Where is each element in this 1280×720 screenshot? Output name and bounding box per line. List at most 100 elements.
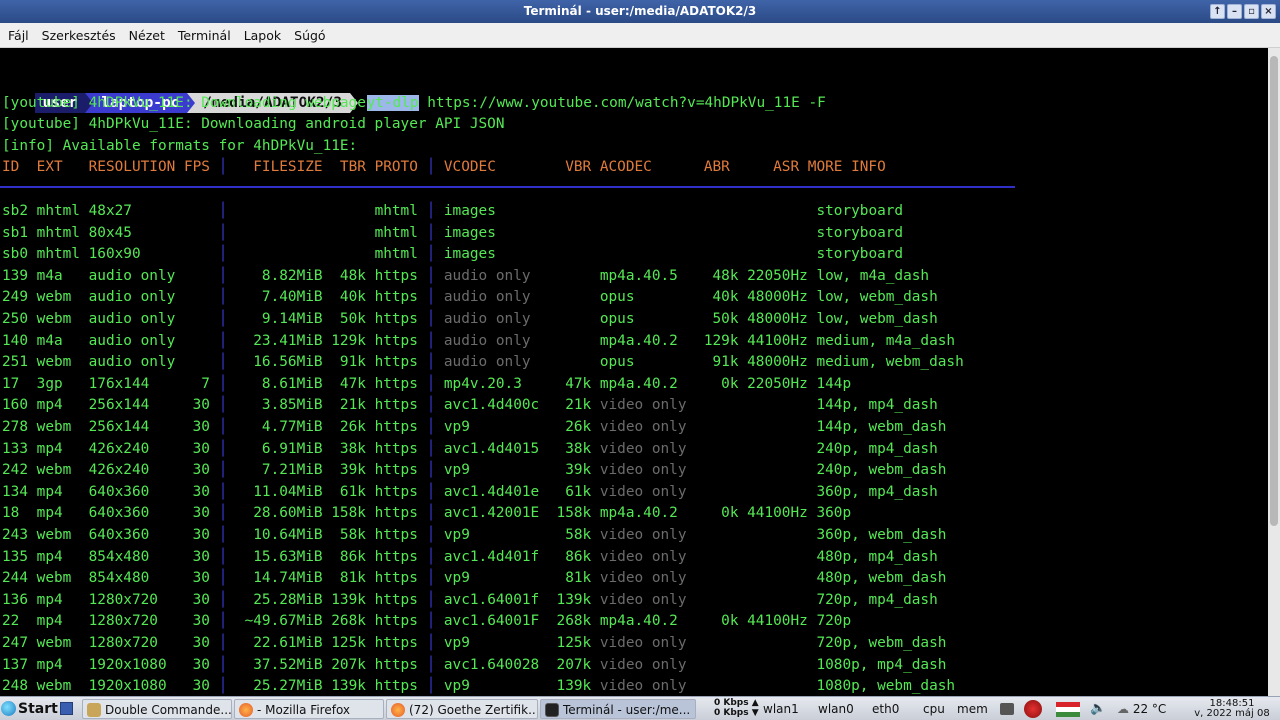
device-icon[interactable] (1000, 699, 1016, 719)
clock[interactable]: 18:48:51 v, 2022 máj 08 (1184, 699, 1280, 719)
window-titlebar[interactable]: Terminál - user:/media/ADATOK2/3 ↑ – ▫ × (0, 0, 1280, 23)
table-row: 140 m4a audio only │ 23.41MiB 129k https… (2, 331, 955, 353)
menu-file[interactable]: Fájl (2, 28, 35, 43)
wlan0-monitor[interactable]: wlan0 (818, 699, 858, 719)
scrollbar-thumb[interactable] (1270, 56, 1278, 526)
double-commander-icon (87, 703, 101, 717)
column-separator: │ (218, 375, 228, 392)
hungarian-flag-icon[interactable] (1056, 699, 1082, 719)
table-row: 250 webm audio only │ 9.14MiB 50k https … (2, 309, 938, 331)
row-cell: 18 mp4 640x360 30 (2, 505, 219, 522)
table-header-segment: VCODEC VBR ACODEC ABR ASR MORE INFO (435, 159, 886, 175)
weather[interactable]: ☁ 22 °C (1117, 699, 1177, 719)
task-double-commander[interactable]: Double Commande... (82, 699, 232, 719)
column-separator: │ (426, 635, 436, 651)
row-cell: mp4v.20.3 (435, 375, 548, 392)
row-cell: 134 mp4 640x360 30 (2, 483, 219, 500)
row-cell: sb0 mhtml 160x90 (2, 246, 219, 263)
table-row: 134 mp4 640x360 30 │ 11.04MiB 61k https … (2, 482, 938, 504)
show-desktop-icon[interactable] (60, 699, 76, 719)
table-row: 17 3gp 176x144 7 │ 8.61MiB 47k https │ m… (2, 374, 851, 396)
minimize-button[interactable]: – (1227, 4, 1242, 19)
row-cell: 242 webm 426x240 30 (2, 462, 219, 479)
column-separator: │ (426, 548, 436, 565)
taskbar: Start Double Commande... - Mozilla Firef… (0, 696, 1280, 720)
row-cell: avc1.4d401e (435, 483, 548, 500)
row-cell: 11.04MiB 61k https (227, 483, 427, 500)
command-selected[interactable]: yt-dlp (366, 94, 419, 111)
row-cell: 278 webm 256x144 30 (2, 419, 219, 435)
row-cell: 6.91MiB 38k https (227, 440, 427, 457)
record-icon[interactable] (1024, 699, 1044, 719)
table-row: 248 webm 1920x1080 30 │ 25.27MiB 139k ht… (2, 676, 955, 696)
cpu-monitor[interactable]: cpu (923, 699, 947, 719)
clock-date: v, 2022 máj 08 (1194, 708, 1270, 719)
column-separator: │ (218, 656, 228, 673)
menu-view[interactable]: Nézet (123, 28, 171, 43)
row-cell: 17 3gp 176x144 7 (2, 375, 219, 392)
row-cell: video only (599, 548, 687, 565)
column-separator: │ (426, 527, 436, 543)
network-speed: 0 Kbps ▲ 0 Kbps ▼ (714, 698, 760, 718)
row-cell: video only (599, 483, 687, 500)
eth0-monitor[interactable]: eth0 (872, 699, 904, 719)
column-separator: │ (426, 224, 436, 241)
table-row: sb0 mhtml 160x90 │ mhtml │ images storyb… (2, 244, 903, 266)
column-separator: │ (218, 462, 228, 479)
wlan1-monitor[interactable]: wlan1 (763, 699, 805, 719)
row-cell: audio only (435, 311, 548, 327)
row-cell: video only (599, 656, 687, 673)
table-row: 249 webm audio only │ 7.40MiB 40k https … (2, 287, 938, 309)
mem-monitor[interactable]: mem (957, 699, 991, 719)
column-separator: │ (218, 246, 228, 263)
row-cell: 25.27MiB 139k https (227, 678, 427, 695)
row-cell: video only (599, 527, 687, 543)
row-cell: 23.41MiB 129k https (227, 332, 427, 349)
row-cell: 249 webm audio only (2, 289, 219, 306)
task-label: - Mozilla Firefox (257, 703, 351, 717)
row-cell (548, 246, 600, 262)
row-cell: 140 m4a audio only (2, 332, 219, 349)
column-separator: │ (218, 267, 228, 284)
column-separator: │ (218, 440, 228, 457)
row-cell: 4.77MiB 26k https (227, 419, 427, 435)
start-button[interactable]: Start (0, 699, 58, 719)
menu-tabs[interactable]: Lapok (238, 28, 287, 43)
row-cell: sb2 mhtml 48x27 (2, 203, 219, 219)
terminal-icon (545, 703, 559, 717)
row-cell: mp4a.40.2 (599, 375, 687, 392)
weather-icon: ☁ (1117, 702, 1129, 716)
task-terminal[interactable]: Terminál - user:/me... (540, 699, 696, 719)
table-row: 22 mp4 1280x720 30 │ ~49.67MiB 268k http… (2, 611, 851, 633)
column-separator: │ (218, 289, 228, 306)
menu-help[interactable]: Súgó (288, 28, 331, 43)
row-cell: storyboard (686, 246, 904, 263)
row-cell (548, 333, 600, 349)
column-separator: │ (218, 678, 228, 695)
table-row: sb1 mhtml 80x45 │ mhtml │ images storybo… (2, 223, 903, 245)
table-row: 251 webm audio only │ 16.56MiB 91k https… (2, 352, 964, 374)
task-goethe-tab[interactable]: (72) Goethe Zertifik... (386, 699, 538, 719)
row-cell: 139k (547, 678, 600, 695)
keep-above-button[interactable]: ↑ (1210, 4, 1225, 19)
column-separator: │ (426, 678, 436, 695)
task-firefox[interactable]: - Mozilla Firefox (234, 699, 384, 719)
table-row: 133 mp4 426x240 30 │ 6.91MiB 38k https │… (2, 439, 938, 461)
terminal-area[interactable]: user laptop-pc/media/ADATOK2/3 yt-dlp htt… (0, 48, 1268, 696)
row-cell: mp4a.40.2 (599, 613, 687, 630)
volume-icon[interactable]: 🔈 (1090, 699, 1106, 719)
column-separator: │ (426, 332, 436, 349)
row-cell: audio only (435, 267, 548, 284)
row-cell: 8.82MiB 48k https (227, 267, 427, 284)
menu-terminal[interactable]: Terminál (172, 28, 237, 43)
close-button[interactable]: × (1261, 4, 1276, 19)
menu-edit[interactable]: Szerkesztés (36, 28, 122, 43)
table-row: sb2 mhtml 48x27 │ mhtml │ images storybo… (2, 201, 903, 223)
row-cell: avc1.42001E (435, 505, 548, 522)
column-separator: │ (426, 203, 436, 219)
column-separator: │ (426, 505, 436, 522)
maximize-button[interactable]: ▫ (1244, 4, 1259, 19)
terminal-scrollbar[interactable] (1268, 48, 1280, 696)
row-cell: storyboard (686, 224, 904, 241)
row-cell: 28.60MiB 158k https (227, 505, 427, 522)
